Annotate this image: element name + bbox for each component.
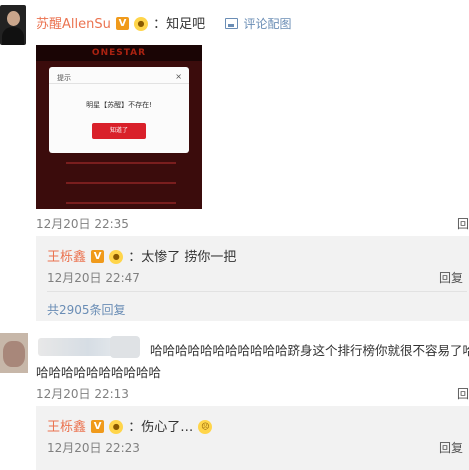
blurred-text-line: [66, 202, 176, 204]
avatar-body: [2, 27, 24, 45]
avatar-face: [7, 11, 20, 26]
more-replies-link[interactable]: 共2905条回复: [47, 301, 126, 318]
avatar[interactable]: [0, 5, 26, 45]
reply-header: 王栎鑫 V ● ：伤心了… ☹: [47, 416, 213, 435]
dialog-ok-button: 知道了: [92, 123, 146, 139]
comment-text: ：知足吧: [153, 17, 206, 32]
verified-badge-icon: V: [91, 250, 105, 263]
comment-author[interactable]: 苏醒AllenSu: [36, 17, 111, 32]
reply-action-button[interactable]: 回复: [439, 269, 463, 286]
dialog-message: 明星【苏醒】不存在!: [86, 101, 152, 109]
comment-time: 12月20日 22:13: [36, 387, 129, 401]
dialog-divider: [49, 83, 189, 84]
comment-header: 苏醒AllenSu V ● ：知足吧 评论配图: [36, 13, 291, 32]
verified-badge-icon: V: [115, 17, 129, 30]
cat-emoji-icon: ●: [134, 16, 149, 31]
reply-text: ：伤心了…: [128, 420, 194, 435]
reply-header: 王栎鑫 V ● ：太惨了 捞你一把: [47, 246, 236, 265]
blurred-text-line: [66, 162, 176, 164]
alert-dialog: 提示 × 明星【苏醒】不存在! 知道了: [49, 67, 189, 153]
avatar[interactable]: [0, 333, 28, 373]
reply-time: 12月20日 22:23: [47, 441, 140, 455]
reply-text: ：太惨了 捞你一把: [128, 250, 237, 265]
image-link[interactable]: 评论配图: [243, 17, 291, 31]
cat-emoji-icon: ●: [109, 249, 124, 264]
image-icon: [225, 18, 239, 29]
divider: [47, 291, 467, 292]
reply-action-button[interactable]: 回复: [439, 439, 463, 456]
comment-screenshot[interactable]: ONESTAR 提示 × 明星【苏醒】不存在! 知道了: [36, 45, 202, 209]
cat-emoji-icon: ●: [109, 419, 124, 434]
reply-author[interactable]: 王栎鑫: [47, 250, 86, 265]
screenshot-banner: ONESTAR: [36, 45, 202, 61]
close-icon: ×: [175, 72, 182, 81]
comment-text-line1: 哈哈哈哈哈哈哈哈哈哈哈跻身这个排行榜你就很不容易了哈: [150, 343, 469, 358]
dialog-title: 提示: [57, 74, 71, 82]
blurred-badge: [110, 336, 140, 358]
sad-emoji-icon: ☹: [198, 419, 213, 434]
comment-text-line2: 哈哈哈哈哈哈哈哈哈哈: [36, 365, 162, 380]
verified-badge-icon: V: [91, 420, 105, 433]
reply-author[interactable]: 王栎鑫: [47, 420, 86, 435]
reply-button[interactable]: 回: [457, 385, 469, 402]
reply-time: 12月20日 22:47: [47, 271, 140, 285]
blurred-text-line: [66, 182, 176, 184]
comment-time: 12月20日 22:35: [36, 217, 129, 231]
reply-button[interactable]: 回: [457, 215, 469, 232]
